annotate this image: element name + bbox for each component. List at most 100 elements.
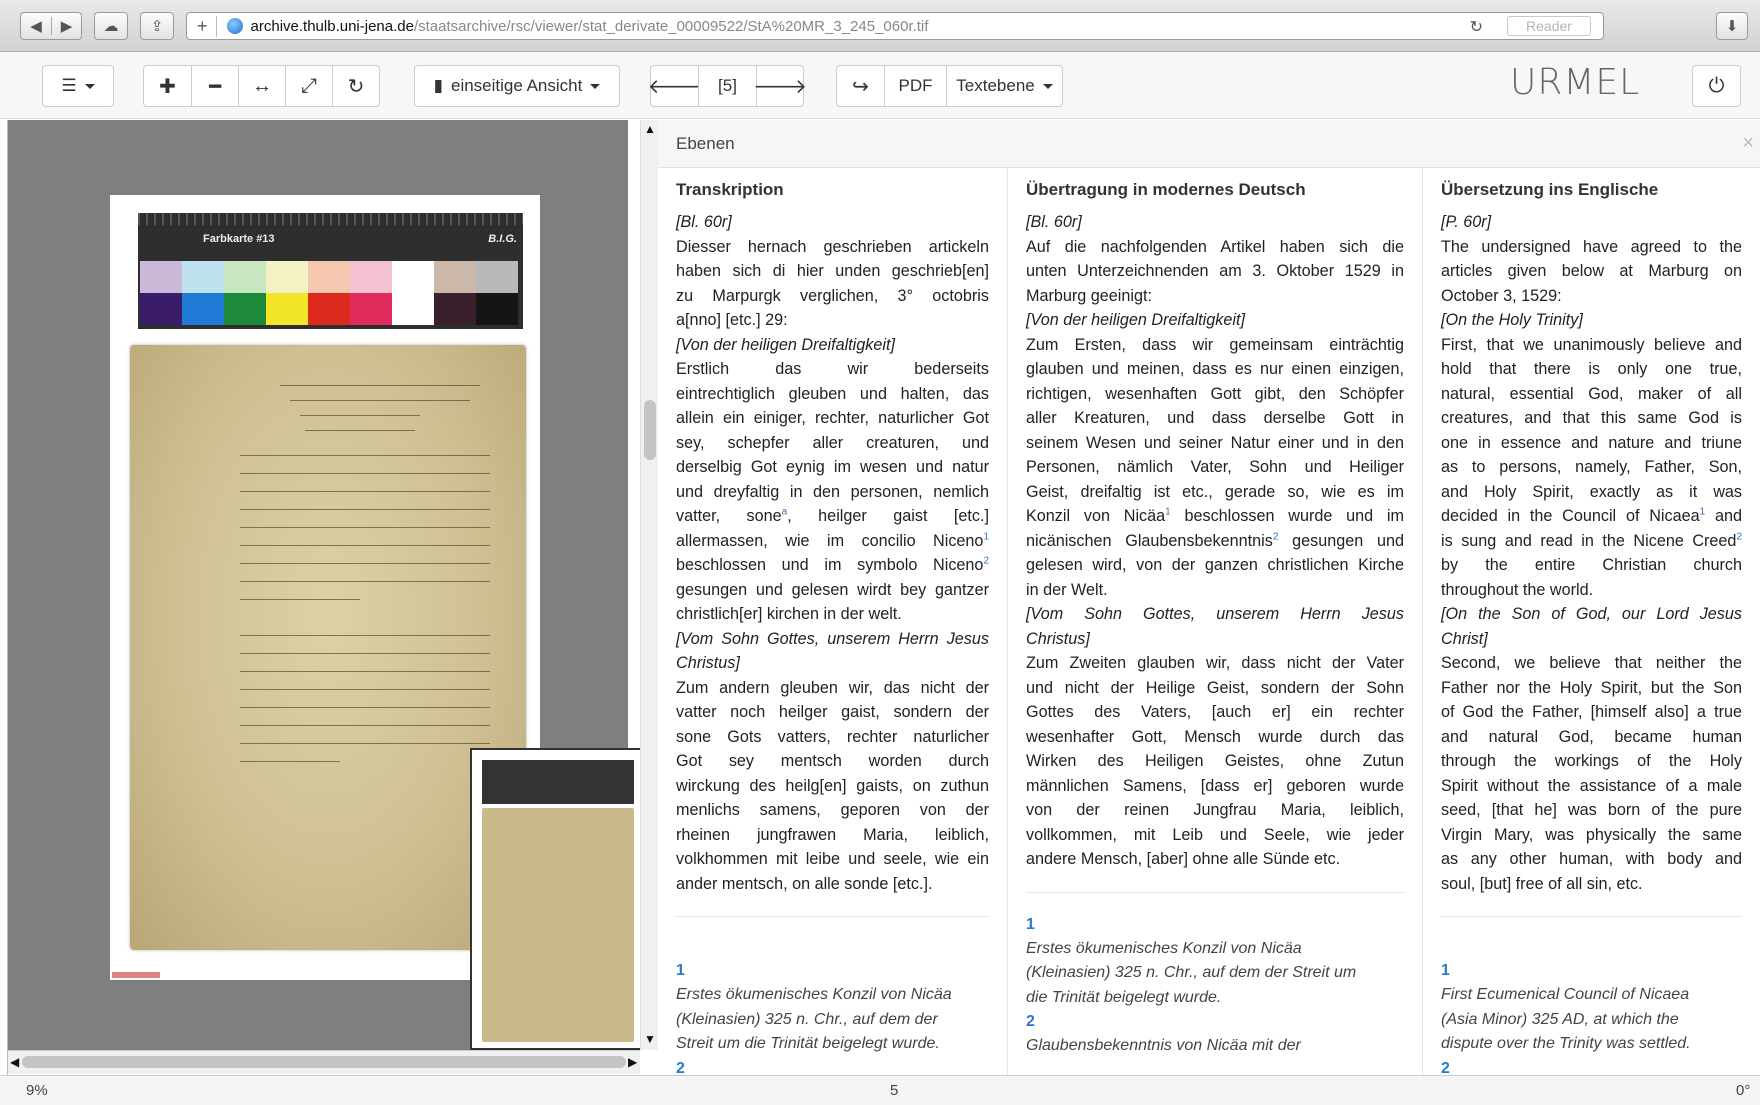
scroll-left-icon[interactable]: ◀ bbox=[10, 1055, 19, 1069]
back-forward-buttons[interactable]: ◀ ▶ bbox=[20, 12, 82, 40]
text-line: seed, [that he] was born of the pure bbox=[1441, 801, 1742, 819]
pdf-button[interactable]: PDF bbox=[884, 66, 946, 106]
view-mode-dropdown[interactable]: ▮ einseitige Ansicht bbox=[415, 66, 619, 106]
footnote-line: (Asia Minor) 325 AD, at which the bbox=[1441, 1010, 1679, 1028]
footnote-separator bbox=[1441, 916, 1742, 917]
rotate-button[interactable]: ↻ bbox=[332, 66, 379, 106]
text-paragraph: Second, we believe that neither the Fathe… bbox=[1441, 651, 1742, 896]
text-line: October 3, 1529: bbox=[1441, 286, 1562, 305]
text-line: Marburg geeinigt: bbox=[1026, 286, 1152, 305]
close-icon[interactable]: × bbox=[1742, 132, 1754, 155]
text-line: glauben und meinen, dass es nur einen ei… bbox=[1026, 360, 1404, 378]
text-line: [Von der heiligen Dreifaltigkeit] bbox=[676, 335, 895, 354]
footnote-number[interactable]: 1 bbox=[1441, 959, 1742, 983]
scroll-right-icon[interactable]: ▶ bbox=[628, 1055, 637, 1069]
text-line: [Bl. 60r] bbox=[1026, 213, 1082, 231]
text-line: Father nor the Holy Spirit, but the Son bbox=[1441, 678, 1742, 697]
scroll-up-icon[interactable]: ▲ bbox=[644, 122, 656, 136]
text-line: Second, we believe that neither the bbox=[1441, 654, 1742, 672]
text-line: Auf die nachfolgenden Artikel haben sich… bbox=[1026, 237, 1404, 256]
text-line: ander mentsch, on alle sonde [etc.]. bbox=[676, 874, 933, 893]
image-horizontal-scrollbar[interactable]: ◀ ▶ bbox=[8, 1050, 640, 1074]
back-icon[interactable]: ◀ bbox=[21, 17, 51, 35]
text-paragraph: [Von der heiligen Dreifaltigkeit] bbox=[676, 333, 989, 358]
expand-icon: ⤢ bbox=[301, 74, 317, 97]
vertical-scroll-thumb[interactable] bbox=[644, 400, 656, 460]
text-line: Zum Ersten, dass wir gemeinsam einträcht… bbox=[1026, 335, 1404, 354]
text-line: wirckung des heilg[en] gaists, on zuthun bbox=[676, 776, 989, 795]
reload-icon[interactable]: ↻ bbox=[1470, 17, 1483, 37]
column-heading: Übertragung in modernes Deutsch bbox=[1026, 180, 1306, 199]
text-line: nicänischen Glaubensbekenntnis2 gesungen… bbox=[1026, 531, 1404, 550]
text-line: sone Gots vatters, rechter naturlicher bbox=[676, 727, 989, 746]
footnote-line: (Kleinasien) 325 n. Chr., auf dem der St… bbox=[1026, 964, 1357, 981]
footnote-text: Erstes ökumenisches Konzil von Nicäa (Kle… bbox=[676, 983, 989, 1057]
arrow-right-icon: 🡒 bbox=[753, 75, 807, 98]
text-layer-dropdown[interactable]: Textebene bbox=[946, 66, 1062, 106]
text-paragraph: [Von der heiligen Dreifaltigkeit] bbox=[1026, 308, 1404, 333]
footnote-number[interactable]: 2 bbox=[1026, 1010, 1404, 1034]
text-line: volkhommen mit leibe und seele, wie ein bbox=[676, 850, 989, 868]
text-line: and Holy Spirit, exactly as it was bbox=[1441, 482, 1742, 501]
menu-button[interactable]: ☰ bbox=[43, 66, 113, 106]
zoom-in-button[interactable]: ✚ bbox=[144, 66, 191, 106]
text-paragraph: Zum Ersten, dass wir gemeinsam einträcht… bbox=[1026, 333, 1404, 603]
text-line: Spirit without the assistance of a male bbox=[1441, 776, 1742, 795]
footnote-reference[interactable]: 2 bbox=[1736, 531, 1742, 542]
text-line: eintrechtiglich gleuben und halten, das bbox=[676, 384, 989, 403]
hamburger-icon: ☰ bbox=[61, 76, 77, 95]
text-line: The undersigned have agreed to the bbox=[1441, 237, 1742, 256]
previous-page-button[interactable]: 🡐 bbox=[648, 66, 702, 106]
overview-thumbnail[interactable] bbox=[470, 748, 642, 1050]
color-chart-title: Farbkarte #13 bbox=[203, 233, 275, 245]
share-button[interactable]: ↪ bbox=[837, 66, 884, 106]
cloud-icon[interactable]: ☁ bbox=[94, 12, 128, 40]
text-paragraph: Zum Zweiten glauben wir, dass nicht der … bbox=[1026, 651, 1404, 872]
text-line: aller Kreaturen, und dass derselbe Gott … bbox=[1026, 409, 1404, 427]
text-line: gelesen wird, von der ganzen christliche… bbox=[1026, 556, 1404, 574]
footnote-reference[interactable]: a bbox=[782, 507, 788, 518]
text-line: is sung and read in the Nicene Creed2 bbox=[1441, 531, 1742, 550]
url-path: /staatsarchive/rsc/viewer/stat_derivate_… bbox=[413, 17, 929, 35]
footnote-reference[interactable]: 1 bbox=[983, 531, 989, 542]
image-vertical-scrollbar[interactable]: ▲ ▼ bbox=[640, 120, 658, 1050]
forward-icon[interactable]: ▶ bbox=[51, 17, 81, 35]
column-heading: Transkription bbox=[676, 180, 784, 199]
text-line: Virgin Mary, was physically the same bbox=[1441, 825, 1742, 844]
footnote-number[interactable]: 2 bbox=[676, 1057, 989, 1076]
text-line: Diesser hernach geschrieben artickeln bbox=[676, 237, 989, 256]
share-icon[interactable]: ⇪ bbox=[140, 12, 174, 40]
page-indicator[interactable]: [5] bbox=[698, 66, 756, 106]
footnote-number[interactable]: 1 bbox=[1026, 913, 1404, 937]
export-group: ↪ PDF Textebene bbox=[836, 65, 1063, 107]
scroll-down-icon[interactable]: ▼ bbox=[644, 1032, 656, 1046]
url-host: archive.thulb.uni-jena.de bbox=[250, 17, 414, 35]
address-bar[interactable]: + archive.thulb.uni-jena.de/staatsarchiv… bbox=[186, 12, 1604, 40]
text-line: Christus] bbox=[1026, 629, 1090, 648]
text-line: articles given below at Marburg on bbox=[1441, 262, 1742, 280]
footnote-number[interactable]: 1 bbox=[676, 959, 989, 983]
horizontal-scroll-thumb[interactable] bbox=[22, 1056, 626, 1068]
text-line: beschlossen und im symbolo Niceno2 bbox=[676, 555, 989, 574]
footnote-number[interactable]: 2 bbox=[1441, 1057, 1742, 1076]
close-viewer-button[interactable]: ⏻ bbox=[1693, 66, 1740, 106]
zoom-out-button[interactable]: ━ bbox=[191, 66, 238, 106]
text-line: decided in the Council of Nicaea1 and bbox=[1441, 506, 1742, 525]
column-modern-german: Übertragung in modernes Deutsch [Bl. 60r]… bbox=[1007, 168, 1422, 1075]
footnote-reference[interactable]: 1 bbox=[1165, 507, 1171, 518]
new-tab-icon[interactable]: + bbox=[197, 15, 217, 37]
downloads-icon[interactable]: ⬇ bbox=[1716, 12, 1748, 40]
text-line: [On the Son of God, our Lord Jesus bbox=[1441, 605, 1742, 623]
footnote-reference[interactable]: 2 bbox=[983, 556, 989, 567]
image-viewport[interactable]: Farbkarte #13 B.I.G. bbox=[8, 120, 642, 1050]
footnote-reference[interactable]: 1 bbox=[1700, 507, 1706, 518]
reader-button[interactable]: Reader bbox=[1507, 16, 1591, 36]
next-page-button[interactable]: 🡒 bbox=[753, 66, 807, 106]
fit-width-button[interactable]: ↔ bbox=[238, 66, 285, 106]
footnote-reference[interactable]: 2 bbox=[1273, 531, 1279, 542]
text-line: und nicht der Heilige Geist, sondern der… bbox=[1026, 678, 1404, 697]
text-line: Zum Zweiten glauben wir, dass nicht der … bbox=[1026, 654, 1404, 672]
text-line: Konzil von Nicäa1 beschlossen wurde und … bbox=[1026, 506, 1404, 525]
fit-page-button[interactable]: ⤢ bbox=[285, 66, 332, 106]
text-line: natural, essential God, maker of all bbox=[1441, 384, 1742, 403]
